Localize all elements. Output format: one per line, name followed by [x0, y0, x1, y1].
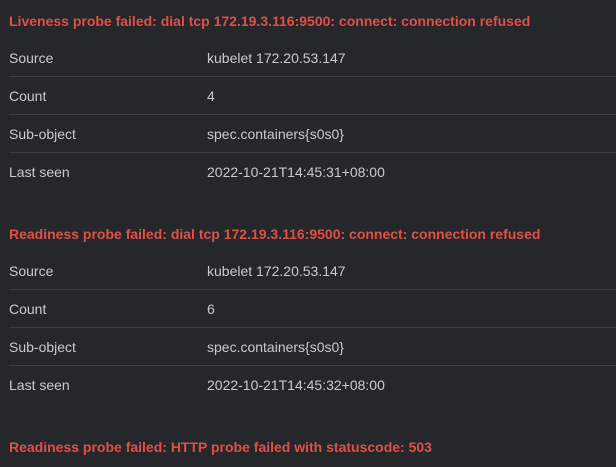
event-row-last-seen: Last seen 2022-10-21T14:45:31+08:00	[9, 153, 616, 191]
row-value: spec.containers{s0s0}	[207, 126, 344, 142]
row-label: Last seen	[9, 164, 70, 180]
row-label: Count	[9, 301, 47, 317]
row-label: Last seen	[9, 377, 70, 393]
row-value: spec.containers{s0s0}	[207, 339, 344, 355]
row-label: Sub-object	[9, 339, 76, 355]
event-title: Liveness probe failed: dial tcp 172.19.3…	[9, 13, 531, 29]
row-label: Source	[9, 50, 54, 66]
event-row-count: Count 6	[9, 290, 616, 328]
event-row-sub-object: Sub-object spec.containers{s0s0}	[9, 115, 616, 153]
row-label: Sub-object	[9, 126, 76, 142]
row-value: 6	[207, 301, 215, 317]
row-value: 2022-10-21T14:45:31+08:00	[207, 164, 385, 180]
row-label: Count	[9, 88, 47, 104]
row-value: 2022-10-21T14:45:32+08:00	[207, 377, 385, 393]
row-label: Source	[9, 263, 54, 279]
event-row-last-seen: Last seen 2022-10-21T14:45:32+08:00	[9, 366, 616, 404]
event-title: Readiness probe failed: HTTP probe faile…	[9, 439, 432, 455]
row-value: kubelet 172.20.53.147	[207, 263, 346, 279]
event-row-source: Source kubelet 172.20.53.147	[9, 39, 616, 77]
event-row-source: Source kubelet 172.20.53.147	[9, 252, 616, 290]
row-value: kubelet 172.20.53.147	[207, 50, 346, 66]
event-row-sub-object: Sub-object spec.containers{s0s0}	[9, 328, 616, 366]
row-value: 4	[207, 88, 215, 104]
event-row-count: Count 4	[9, 77, 616, 115]
event-title: Readiness probe failed: dial tcp 172.19.…	[9, 226, 541, 242]
